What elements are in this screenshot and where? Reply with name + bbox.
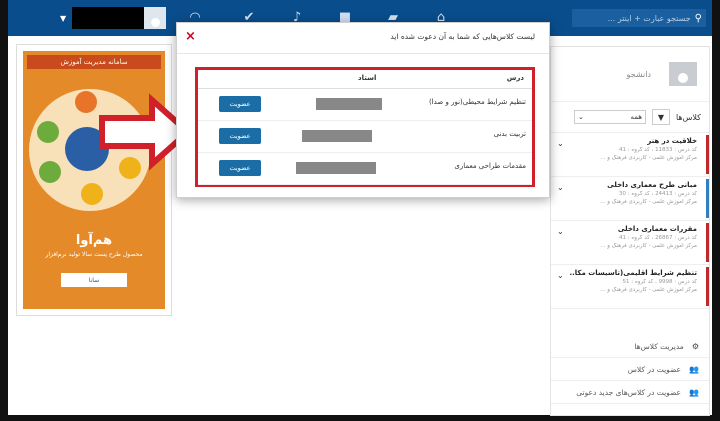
course-meta: مرکز آموزش علمی - کاربردی فرهنگ و ... (600, 287, 697, 293)
search-icon: ⚲ (694, 12, 702, 24)
course-name: مقدمات طراحی معماری (454, 162, 526, 170)
chevron-down-icon: ▼ (60, 13, 67, 23)
course-meta: مرکز آموزش علمی - کاربردی فرهنگ و ... (600, 243, 697, 249)
select-value: همه (630, 113, 642, 121)
classes-filter-select[interactable]: همه ⌄ (573, 110, 646, 124)
join-button[interactable]: عضویت (219, 96, 261, 112)
user-name-redacted (72, 7, 144, 29)
course-item[interactable]: مبانی طرح معماری داخلی کد درس : 24413 ، … (551, 177, 709, 221)
teacher-name-redacted (302, 130, 372, 142)
join-invited-classes-link[interactable]: 👥 عضویت در کلاس‌های جدید دعوتی (551, 381, 709, 404)
join-button[interactable]: عضویت (219, 128, 261, 144)
course-color-bar (706, 223, 709, 262)
filter-icon[interactable]: ▼ (651, 109, 670, 125)
action-label: عضویت در کلاس‌های جدید دعوتی (576, 387, 682, 397)
table-row: تربیت بدنی عضویت (198, 121, 532, 153)
avatar[interactable] (144, 7, 166, 29)
course-name: تربیت بدنی (493, 130, 526, 138)
chevron-down-icon[interactable]: ⌄ (557, 139, 564, 148)
teacher-name-redacted (296, 162, 376, 174)
poster-image: سامانه مدیریت آموزش هم‌آوا محصول طرح پست… (23, 51, 165, 309)
avatar[interactable] (669, 62, 697, 86)
manage-classes-link[interactable]: ⚙ مدیریت کلاس‌ها (551, 335, 709, 358)
table-header: درس استاد (198, 70, 532, 89)
course-name: مقررات معماری داخلی (617, 225, 697, 233)
chevron-down-icon: ⌄ (577, 113, 584, 121)
column-course: درس (506, 74, 524, 82)
chevron-down-icon[interactable]: ⌄ (557, 227, 564, 236)
course-item[interactable]: مقررات معماری داخلی کد درس : 26867 ، کد … (551, 221, 709, 265)
table-row: مقدمات طراحی معماری عضویت (198, 153, 532, 185)
chevron-down-icon[interactable]: ⌄ (557, 271, 564, 280)
modal-header: لیست کلاس‌هایی که شما به آن دعوت شده اید… (177, 23, 549, 54)
course-item[interactable]: خلاقیت در هنر کد درس : 11833 ، کد گروه :… (551, 133, 709, 177)
classes-label: کلاس‌ها (675, 112, 701, 122)
course-meta: مرکز آموزش علمی - کاربردی فرهنگ و ... (600, 199, 697, 205)
chevron-down-icon[interactable]: ⌄ (557, 183, 564, 192)
course-meta: کد درس : 9998 ، کد گروه : 51 (622, 279, 697, 285)
action-label: مدیریت کلاس‌ها (634, 341, 684, 351)
course-meta: کد درس : 26867 ، کد گروه : 41 (618, 235, 697, 241)
poster-tagline: محصول طرح پست سالا تولید نرم‌افزار (45, 251, 143, 258)
course-name: مبانی طرح معماری داخلی (607, 181, 697, 189)
action-label: عضویت در کلاس (627, 364, 682, 374)
join-button[interactable]: عضویت (219, 160, 261, 176)
users-icon: 👥 (689, 364, 699, 374)
invited-classes-modal: لیست کلاس‌هایی که شما به آن دعوت شده اید… (176, 22, 550, 198)
user-menu[interactable]: ▼ (60, 6, 170, 30)
poster-node (37, 121, 59, 143)
poster-title: سامانه مدیریت آموزش (27, 55, 161, 69)
course-meta: کد درس : 24413 ، کد گروه : 30 (618, 191, 697, 197)
poster-node (75, 91, 97, 113)
teacher-name-redacted (316, 98, 382, 110)
poster-logo: سانا (61, 273, 127, 287)
course-color-bar (706, 267, 709, 306)
course-name: خلاقیت در هنر (647, 137, 697, 145)
profile-header: دانشجو (551, 47, 709, 102)
poster-card: سامانه مدیریت آموزش هم‌آوا محصول طرح پست… (16, 44, 172, 316)
user-role: دانشجو (626, 69, 651, 79)
join-class-link[interactable]: 👥 عضویت در کلاس (551, 358, 709, 381)
course-name: تنظیم شرایط محیطی(نور و صدا) (428, 98, 526, 106)
course-item[interactable]: تنظیم شرایط اقلیمی(تاسیسات مکا... کد درس… (551, 265, 709, 309)
poster-node (81, 183, 103, 205)
modal-title: لیست کلاس‌هایی که شما به آن دعوت شده اید (390, 32, 535, 41)
invited-classes-table: درس استاد تنظیم شرایط محیطی(نور و صدا) ع… (195, 67, 535, 187)
course-color-bar (706, 135, 709, 174)
users-icon: 👥 (689, 387, 699, 397)
screen-border-left (0, 0, 8, 421)
course-color-bar (706, 179, 709, 218)
classes-header: کلاس‌ها ▼ همه ⌄ (551, 102, 709, 133)
table-row: تنظیم شرایط محیطی(نور و صدا) عضویت (198, 89, 532, 121)
sidebar-actions: ⚙ مدیریت کلاس‌ها 👥 عضویت در کلاس 👥 عضویت… (551, 335, 709, 404)
poster-node (39, 161, 61, 183)
course-meta: مرکز آموزش علمی - کاربردی فرهنگ و ... (600, 155, 697, 161)
course-name: تنظیم شرایط اقلیمی(تاسیسات مکا... (569, 269, 697, 277)
course-meta: کد درس : 11833 ، کد گروه : 41 (618, 147, 697, 153)
search-input[interactable]: ⚲ جستجو عبارت + اینتر ... (572, 9, 706, 27)
search-placeholder: جستجو عبارت + اینتر ... (607, 13, 691, 23)
right-sidebar: دانشجو کلاس‌ها ▼ همه ⌄ خلاقیت در هنر کد … (550, 46, 710, 416)
poster-brand: هم‌آوا (75, 233, 113, 248)
screen-border-right (712, 0, 720, 421)
close-icon[interactable]: × (185, 29, 196, 44)
column-teacher: استاد (358, 74, 377, 82)
gear-icon: ⚙ (691, 341, 699, 351)
